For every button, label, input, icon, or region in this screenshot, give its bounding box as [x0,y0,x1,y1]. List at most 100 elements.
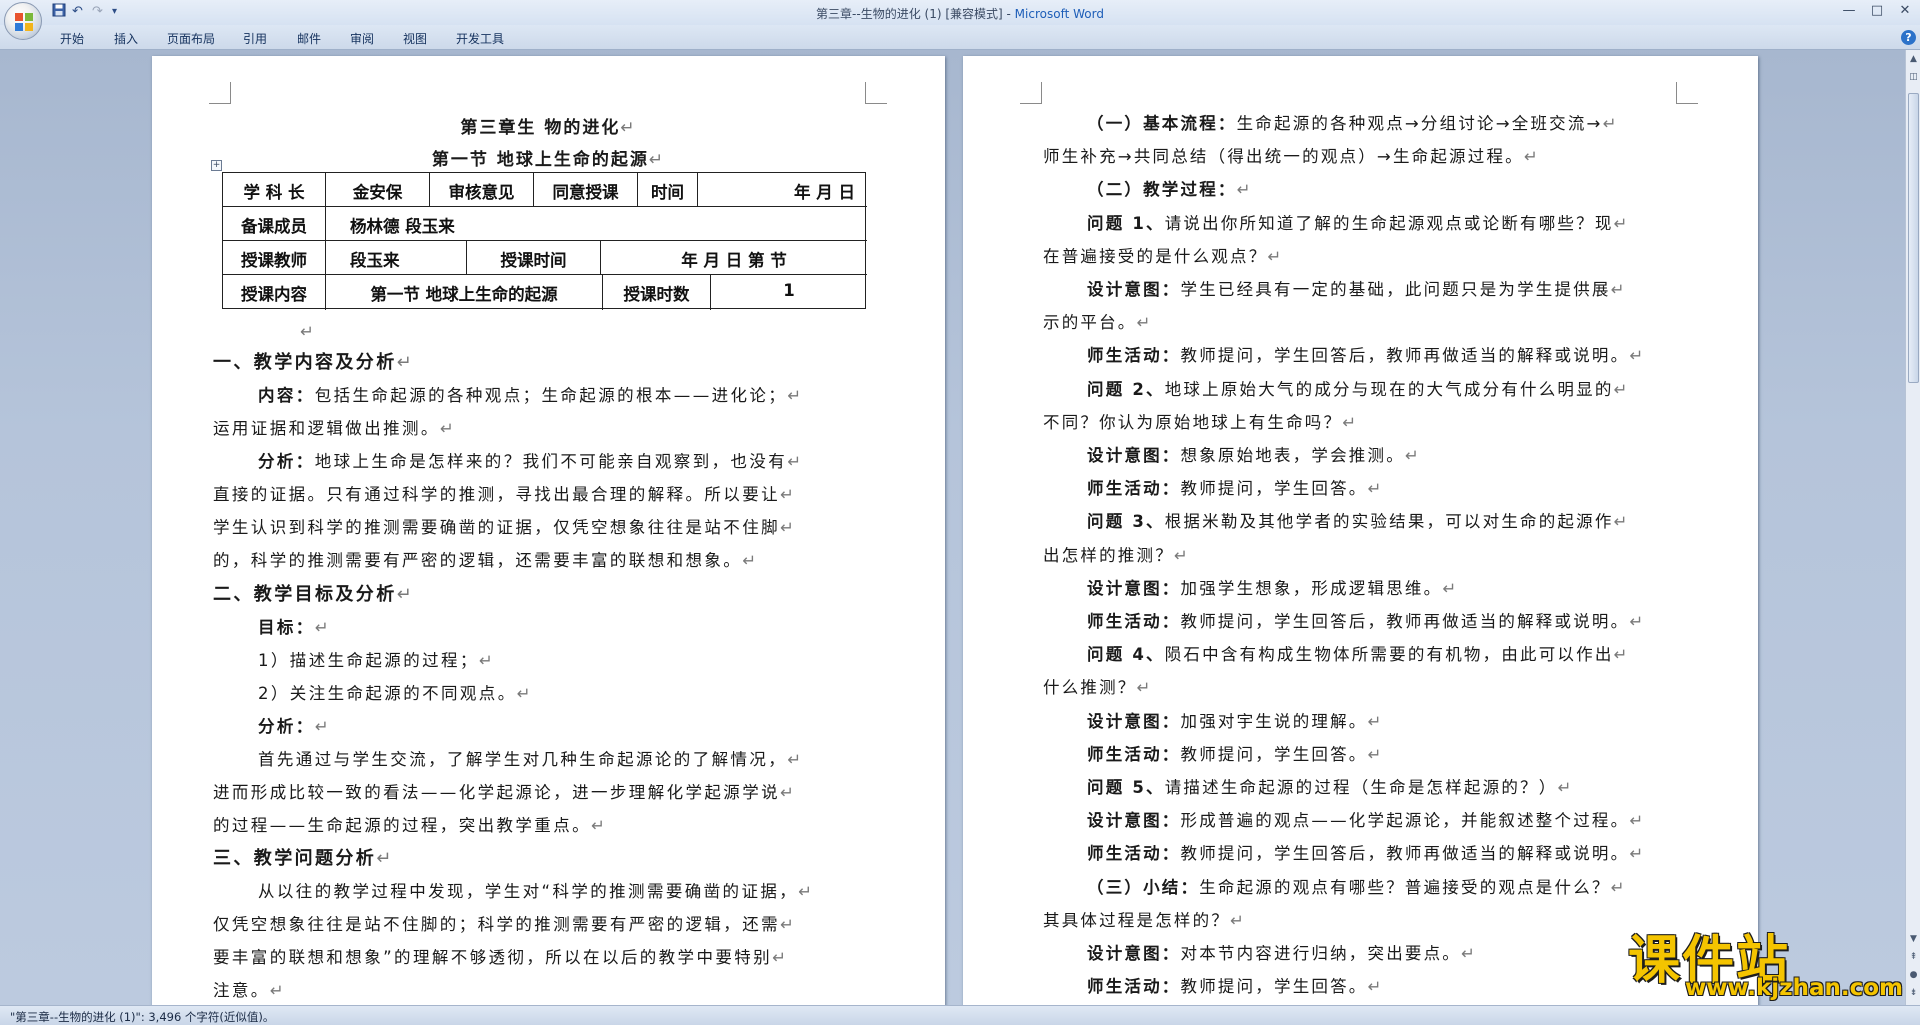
body-paragraph-line: 其具体过程是怎样的？↵ [1043,910,1247,930]
help-icon[interactable]: ? [1901,30,1916,45]
redo-icon[interactable]: ↷ [92,3,103,21]
body-paragraph-line: 的，科学的推测需要有严密的逻辑，还需要丰富的联想和想象。↵ [213,551,759,570]
body-paragraph-line: 分析：↵ [258,717,331,736]
crop-mark [209,82,231,104]
body-paragraph-line: 师生活动：教师提问，学生回答后，教师再做适当的解释或说明。↵ [1087,844,1646,864]
tab-developer[interactable]: 开发工具 [456,30,504,47]
site-watermark-logo: 课件站 www.kjzhan.com [1628,918,1918,1005]
vertical-scrollbar[interactable]: ▲ ◫ ▼ ⇞ ● ⇟ [1905,50,1920,1005]
table-cell: 段玉来 [326,241,467,274]
table-cell: 第一节 地球上生命的起源 [326,275,603,310]
table-move-handle-icon[interactable]: + [211,160,222,171]
document-page-right[interactable]: （一）基本流程：生命起源的各种观点→分组讨论→全班交流→↵ 师生补充→共同总结（得… [963,56,1758,1011]
save-icon[interactable] [52,3,66,21]
body-paragraph-line: （一）基本流程：生命起源的各种观点→分组讨论→全班交流→↵ [1087,114,1619,133]
section-heading: 一、教学内容及分析↵ [213,352,415,373]
watermark-url: www.kjzhan.com [1685,975,1903,1001]
tab-insert[interactable]: 插入 [114,30,138,47]
office-logo-icon [15,13,33,31]
body-paragraph-line: 问题 5、请描述生命起源的过程（生命是怎样起源的？）↵ [1087,778,1574,797]
table-cell: 授课内容 [223,275,326,310]
body-paragraph-line: 什么推测？↵ [1043,678,1153,698]
section-heading: 三、教学问题分析↵ [213,848,394,869]
table-cell: 金安保 [326,173,430,206]
section-heading: 二、教学目标及分析↵ [213,584,415,605]
body-paragraph-line: 首先通过与学生交流，了解学生对几种生命起源论的了解情况，↵ [258,750,804,769]
scroll-thumb[interactable] [1908,93,1919,383]
body-paragraph-line: （二）教学过程：↵ [1087,180,1253,200]
body-paragraph-line: 示的平台。↵ [1043,313,1153,333]
table-cell: 时间 [638,173,698,206]
body-paragraph-line: 直接的证据。只有通过科学的推测，寻找出最合理的解释。所以要让↵ [213,485,797,504]
table-cell: 备课成员 [223,207,326,240]
tab-page-layout[interactable]: 页面布局 [167,30,215,47]
document-page-left[interactable]: 第三章生 物的进化↵ 第一节 地球上生命的起源↵ + 学 科 长 金安保 审核意… [152,56,945,1011]
body-paragraph-line: 问题 1、请说出你所知道了解的生命起源观点或论断有哪些？现↵ [1087,213,1630,233]
section-title: 第一节 地球上生命的起源↵ [431,150,666,170]
close-button[interactable]: ✕ [1892,2,1918,20]
body-paragraph-line: 设计意图：形成普遍的观点——化学起源论，并能叙述整个过程。↵ [1087,811,1646,831]
body-paragraph-line: 1）描述生命起源的过程；↵ [258,651,496,670]
customize-qat-icon[interactable]: ▾ [112,3,117,21]
maximize-button[interactable]: □ [1864,2,1890,20]
scroll-up-icon[interactable]: ▲ [1907,52,1920,66]
body-paragraph-line: 问题 2、地球上原始大气的成分与现在的大气成分有什么明显的↵ [1087,379,1630,399]
table-row: 备课成员 杨林德 段玉来 [223,207,867,241]
undo-icon[interactable]: ↶ [72,3,83,21]
table-cell: 同意授课 [534,173,638,206]
body-paragraph-line: 内容：包括生命起源的各种观点；生命起源的根本——进化论；↵ [258,386,804,405]
body-paragraph-line: 设计意图：对本节内容进行归纳，突出要点。↵ [1087,944,1478,963]
body-paragraph-line: 设计意图：加强学生想象，形成逻辑思维。↵ [1087,578,1459,598]
ribbon-tab-bar: 开始 插入 页面布局 引用 邮件 审阅 视图 开发工具 ? [0,25,1920,50]
table-row: 授课内容 第一节 地球上生命的起源 授课时数 1 [223,275,867,310]
chapter-title: 第三章生 物的进化↵ [460,118,637,138]
paragraph-mark: ↵ [300,322,314,341]
tab-review[interactable]: 审阅 [350,30,374,47]
office-button[interactable] [4,2,42,40]
body-paragraph-line: 设计意图：想象原始地表，学会推测。↵ [1087,446,1421,465]
body-paragraph-line: 要丰富的联想和想象”的理解不够透彻，所以在以后的教学中要特别↵ [213,948,789,967]
table-cell: 授课时数 [603,275,711,310]
crop-mark [1020,82,1042,104]
table-cell: 年 月 日 [794,183,855,202]
body-paragraph-line: 设计意图：加强对宇生说的理解。↵ [1087,711,1384,731]
status-text: "第三章--生物的进化 (1)": 3,496 个字符(近似值)。 [10,1010,275,1024]
body-paragraph-line: 出怎样的推测？↵ [1043,545,1190,565]
table-row: 学 科 长 金安保 审核意见 同意授课 时间 年 月 日 [223,173,867,207]
title-bar: 第三章--生物的进化 (1) [兼容模式] - Microsoft Word ↶… [0,0,1920,25]
body-paragraph-line: 目标：↵ [258,618,331,637]
tab-home[interactable]: 开始 [60,30,84,47]
table-cell: 审核意见 [430,173,534,206]
lesson-info-table[interactable]: 学 科 长 金安保 审核意见 同意授课 时间 年 月 日 备课成员 杨林德 段玉… [222,172,867,310]
body-paragraph-line: 学生认识到科学的推测需要确凿的证据，仅凭空想象往往是站不住脚↵ [213,518,797,537]
crop-mark [1676,82,1698,104]
body-paragraph-line: 师生活动：教师提问，学生回答。↵ [1087,479,1384,499]
body-paragraph-line: 不同？你认为原始地球上有生命吗？↵ [1043,412,1359,432]
tab-references[interactable]: 引用 [243,30,267,47]
table-row: 授课教师 段玉来 授课时间 年 月 日 第 节 [223,241,867,275]
body-paragraph-line: 在普遍接受的是什么观点？↵ [1043,246,1284,266]
body-paragraph-line: 问题 3、根据米勒及其他学者的实验结果，可以对生命的起源作↵ [1087,512,1630,532]
body-paragraph-line: 师生补充→共同总结（得出统一的观点）→生命起源过程。↵ [1043,147,1540,167]
body-paragraph-line: 师生活动：教师提问，学生回答。↵ [1087,744,1384,764]
body-paragraph-line: 分析：地球上生命是怎样来的？我们不可能亲自观察到，也没有↵ [258,452,804,471]
table-cell: 学 科 长 [223,173,326,206]
body-paragraph-line: 仅凭空想象往往是站不住脚的；科学的推测需要有严密的逻辑，还需↵ [213,915,797,934]
body-paragraph-line: 运用证据和逻辑做出推测。↵ [213,419,457,438]
body-paragraph-line: 师生活动：教师提问，学生回答。↵ [1087,977,1384,997]
table-cell: 授课时间 [467,241,601,274]
body-paragraph-line: 问题 4、陨石中含有构成生物体所需要的有机物，由此可以作出↵ [1087,645,1630,665]
body-paragraph-line: 进而形成比较一致的看法——化学起源论，进一步理解化学起源学说↵ [213,783,797,802]
table-cell: 1 [783,281,795,300]
body-paragraph-line: 设计意图：学生已经具有一定的基础，此问题只是为学生提供展↵ [1087,280,1627,299]
table-cell: 授课教师 [223,241,326,274]
ruler-toggle-icon[interactable]: ◫ [1907,70,1920,84]
body-paragraph-line: （三）小结：生命起源的观点有哪些？普遍接受的观点是什么？↵ [1087,877,1627,897]
crop-mark [865,82,887,104]
tab-mailings[interactable]: 邮件 [297,30,321,47]
body-paragraph-line: 注意。↵ [213,981,286,1000]
tab-view[interactable]: 视图 [403,30,427,47]
minimize-button[interactable]: — [1836,2,1862,20]
body-paragraph-line: 从以往的教学过程中发现，学生对“科学的推测需要确凿的证据，↵ [258,882,815,901]
window-title: 第三章--生物的进化 (1) [兼容模式] - Microsoft Word [816,7,1104,21]
